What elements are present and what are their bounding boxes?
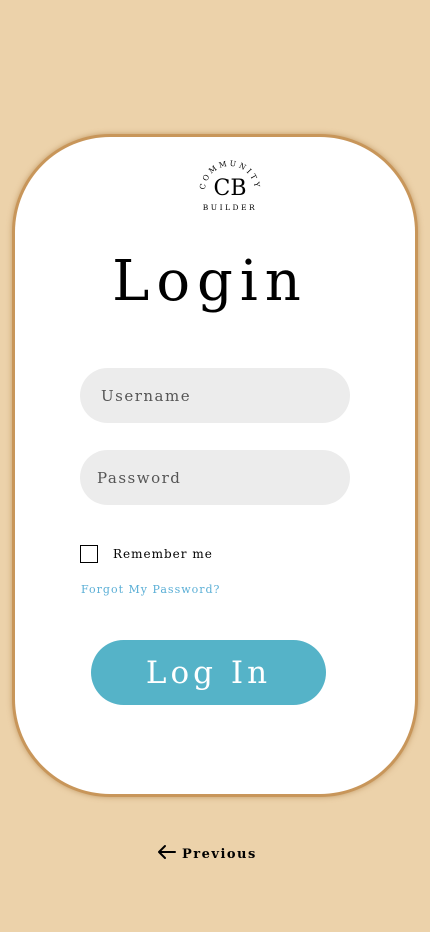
logo-initials: CB: [214, 176, 247, 201]
username-input[interactable]: [80, 368, 350, 423]
password-input[interactable]: [80, 450, 350, 505]
remember-me-label: Remember me: [113, 547, 213, 561]
login-button[interactable]: Log In: [91, 640, 326, 705]
logo-bottom-text: BUILDER: [203, 203, 257, 212]
previous-label: Previous: [182, 846, 257, 862]
community-builder-logo: COMMUNITY CB BUILDER: [195, 157, 265, 217]
remember-me-row: Remember me: [80, 545, 213, 563]
forgot-password-link[interactable]: Forgot My Password?: [81, 583, 220, 596]
previous-button[interactable]: Previous: [157, 844, 257, 864]
page-title: Login: [112, 249, 308, 314]
login-card: COMMUNITY CB BUILDER Login Remember me F…: [15, 137, 415, 794]
remember-me-checkbox[interactable]: [80, 545, 98, 563]
arrow-left-icon: [157, 844, 176, 864]
